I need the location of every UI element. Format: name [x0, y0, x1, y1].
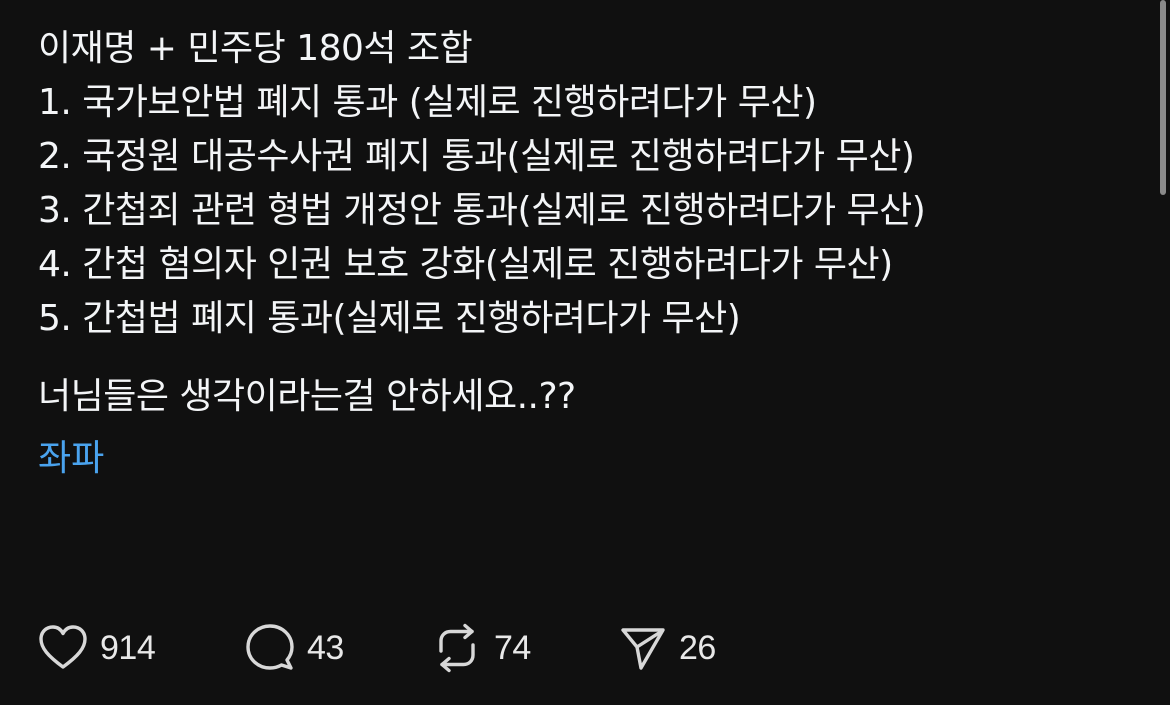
- speech-bubble-icon: [243, 621, 297, 675]
- share-button[interactable]: 26: [615, 621, 795, 675]
- post-list-item-3: 3. 간첩죄 관련 형법 개정안 통과(실제로 진행하려다가 무산): [38, 190, 926, 231]
- post-closing-line: 너님들은 생각이라는걸 안하세요..??: [38, 376, 576, 417]
- share-count: 26: [679, 628, 716, 667]
- reply-button[interactable]: 43: [243, 621, 430, 675]
- post-list-item-2: 2. 국정원 대공수사권 폐지 통과(실제로 진행하려다가 무산): [38, 136, 915, 177]
- post-body: 이재명 + 민주당 180석 조합 1. 국가보안법 폐지 통과 (실제로 진행…: [38, 22, 1128, 486]
- topic-tag-link[interactable]: 좌파: [38, 432, 104, 486]
- post-list-item-1: 1. 국가보안법 폐지 통과 (실제로 진행하려다가 무산): [38, 82, 817, 123]
- repost-count: 74: [494, 628, 531, 667]
- paper-plane-icon: [615, 621, 669, 675]
- post-heading-line: 이재명 + 민주당 180석 조합: [38, 28, 473, 69]
- scrollbar[interactable]: [1160, 0, 1166, 195]
- repost-arrows-icon: [430, 621, 484, 675]
- repost-button[interactable]: 74: [430, 621, 615, 675]
- like-button[interactable]: 914: [36, 621, 243, 675]
- post-list-item-5: 5. 간첩법 폐지 통과(실제로 진행하려다가 무산): [38, 298, 741, 339]
- post-list-item-4: 4. 간첩 혐의자 인권 보호 강화(실제로 진행하려다가 무산): [38, 244, 893, 285]
- like-count: 914: [100, 628, 156, 667]
- reply-count: 43: [307, 628, 344, 667]
- heart-icon: [36, 621, 90, 675]
- post-action-bar: 914 43 74 26: [36, 620, 795, 676]
